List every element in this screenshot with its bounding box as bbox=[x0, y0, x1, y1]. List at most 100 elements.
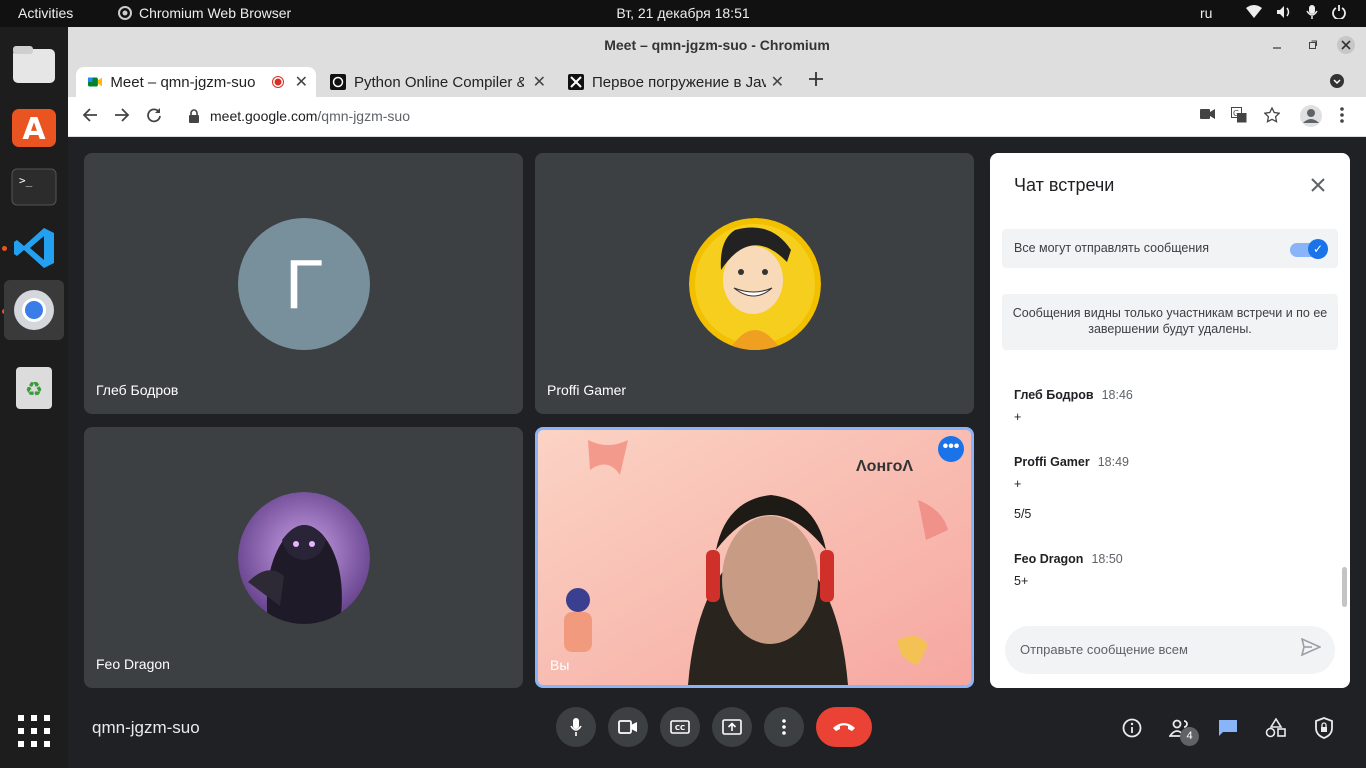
svg-text:G: G bbox=[1233, 109, 1239, 118]
message-author: Feo Dragon bbox=[1014, 552, 1084, 566]
maximize-button[interactable] bbox=[1308, 27, 1318, 63]
camera-in-use-icon[interactable] bbox=[1200, 107, 1216, 123]
chromium-dock-icon[interactable] bbox=[4, 280, 64, 340]
profile-avatar[interactable] bbox=[1300, 105, 1322, 130]
lock-icon[interactable] bbox=[188, 109, 200, 128]
compiler-favicon bbox=[330, 74, 346, 90]
participant-name: Вы bbox=[550, 657, 570, 673]
new-tab-button[interactable] bbox=[808, 71, 824, 92]
privacy-notice: Сообщения видны только участникам встреч… bbox=[1002, 294, 1338, 350]
host-controls-button[interactable] bbox=[1312, 716, 1336, 740]
reload-button[interactable] bbox=[146, 107, 162, 128]
show-apps-icon[interactable] bbox=[4, 701, 64, 761]
volume-icon bbox=[1277, 6, 1290, 18]
recording-indicator-icon bbox=[272, 76, 284, 88]
chat-scrollbar[interactable] bbox=[1342, 567, 1347, 607]
message-time: 18:49 bbox=[1097, 455, 1129, 469]
terminal-icon[interactable]: >_ bbox=[4, 157, 64, 217]
translate-icon[interactable]: G bbox=[1231, 107, 1247, 126]
vscode-icon[interactable] bbox=[4, 218, 64, 278]
svg-text:CC: CC bbox=[675, 724, 685, 732]
more-options-button[interactable] bbox=[764, 707, 804, 747]
software-center-icon[interactable]: A bbox=[4, 96, 64, 156]
tab-label: Python Online Compiler & bbox=[354, 73, 524, 91]
message-author: Глеб Бодров bbox=[1014, 388, 1094, 402]
tab-meet[interactable]: Meet – qmn-jgzm-suo ✕ bbox=[76, 67, 316, 97]
microphone-button[interactable] bbox=[556, 707, 596, 747]
files-icon[interactable] bbox=[4, 35, 64, 95]
raven-avatar bbox=[238, 492, 370, 624]
close-tab-icon[interactable]: ✕ bbox=[295, 72, 308, 92]
initial-avatar: Г bbox=[238, 218, 370, 350]
meeting-details-button[interactable] bbox=[1120, 716, 1144, 740]
send-icon[interactable] bbox=[1300, 637, 1322, 661]
chat-message-input[interactable]: Отправьте сообщение всем bbox=[1005, 626, 1335, 674]
leave-call-button[interactable] bbox=[816, 707, 872, 747]
svg-text:>_: >_ bbox=[19, 174, 33, 187]
tab-java-intro[interactable]: Первое погружение в Java ✕ bbox=[556, 67, 792, 97]
clock[interactable]: Вт, 21 декабря 18:51 bbox=[616, 5, 749, 21]
system-top-bar: Activities Chromium Web Browser Вт, 21 д… bbox=[0, 0, 1366, 27]
chromium-icon bbox=[118, 6, 132, 20]
close-tab-icon[interactable]: ✕ bbox=[533, 72, 546, 92]
present-icon bbox=[722, 719, 742, 735]
chat-permission-setting: Все могут отправлять сообщения ✓ bbox=[1002, 229, 1338, 268]
forward-button[interactable] bbox=[114, 107, 130, 128]
bookmark-star-icon[interactable] bbox=[1263, 106, 1281, 126]
participant-name: Feo Dragon bbox=[96, 656, 170, 672]
shield-lock-icon bbox=[1315, 717, 1333, 739]
message-time: 18:50 bbox=[1091, 552, 1123, 566]
present-screen-button[interactable] bbox=[712, 707, 752, 747]
close-window-button[interactable] bbox=[1336, 27, 1356, 63]
close-tab-icon[interactable]: ✕ bbox=[771, 72, 784, 92]
language-indicator[interactable]: ru bbox=[1200, 5, 1212, 21]
participant-tile[interactable]: Proffi Gamer bbox=[535, 153, 974, 414]
cartoon-avatar bbox=[689, 218, 821, 350]
message-author: Proffi Gamer bbox=[1014, 455, 1090, 469]
toolbar: meet.google.com/qmn-jgzm-suo G bbox=[68, 97, 1366, 137]
wifi-icon bbox=[1246, 5, 1262, 18]
camera-icon bbox=[618, 720, 637, 734]
chat-message: Глеб Бодров 18:46 + bbox=[1014, 388, 1133, 424]
close-chat-icon[interactable] bbox=[1310, 173, 1326, 199]
chat-panel: Чат встречи Все могут отправлять сообщен… bbox=[990, 153, 1350, 688]
back-button[interactable] bbox=[82, 107, 98, 128]
captions-button[interactable]: CC bbox=[660, 707, 700, 747]
tab-python-compiler[interactable]: Python Online Compiler & ✕ bbox=[318, 67, 554, 97]
url-field[interactable]: meet.google.com/qmn-jgzm-suo bbox=[210, 108, 410, 124]
participant-tile[interactable]: Г Глеб Бодров bbox=[84, 153, 523, 414]
self-video-tile[interactable]: ɅонгоɅ ••• Вы bbox=[535, 427, 974, 688]
chat-message: Feo Dragon 18:50 5+ bbox=[1014, 552, 1123, 588]
minimize-button[interactable] bbox=[1272, 27, 1282, 63]
url-path: /qmn-jgzm-suo bbox=[317, 108, 410, 124]
participant-tile[interactable]: Feo Dragon bbox=[84, 427, 523, 688]
dock: A >_ ♻ bbox=[0, 27, 68, 768]
tab-label: Meet – qmn-jgzm-suo bbox=[110, 73, 256, 91]
url-host: meet.google.com bbox=[210, 108, 318, 124]
microphone-icon bbox=[570, 718, 582, 736]
more-vert-icon bbox=[782, 719, 786, 735]
meet-favicon bbox=[88, 77, 103, 87]
java-favicon bbox=[568, 74, 584, 90]
chat-title: Чат встречи bbox=[1014, 175, 1115, 195]
tab-strip: Meet – qmn-jgzm-suo ✕ Python Online Comp… bbox=[68, 63, 1366, 97]
chat-button[interactable] bbox=[1216, 716, 1240, 740]
trash-icon[interactable]: ♻ bbox=[4, 358, 64, 418]
tile-options-button[interactable]: ••• bbox=[938, 436, 964, 462]
permission-toggle[interactable]: ✓ bbox=[1290, 239, 1328, 259]
app-menu[interactable]: Chromium Web Browser bbox=[118, 5, 291, 21]
svg-text:A: A bbox=[22, 112, 46, 147]
activities-button[interactable] bbox=[1264, 716, 1288, 740]
chat-icon bbox=[1219, 720, 1237, 736]
tab-search-button[interactable] bbox=[1330, 74, 1344, 93]
activities-button[interactable]: Activities bbox=[18, 5, 73, 21]
chat-message: Proffi Gamer 18:49 + 5/5 bbox=[1014, 455, 1129, 521]
participant-count-badge: 4 bbox=[1180, 727, 1199, 746]
participant-name: Глеб Бодров bbox=[96, 382, 179, 398]
info-icon bbox=[1122, 718, 1142, 738]
message-text: 5/5 bbox=[1014, 507, 1032, 521]
camera-button[interactable] bbox=[608, 707, 648, 747]
system-tray[interactable] bbox=[1246, 5, 1346, 19]
meeting-code: qmn-jgzm-suo bbox=[92, 718, 200, 737]
browser-menu-icon[interactable] bbox=[1340, 107, 1344, 126]
